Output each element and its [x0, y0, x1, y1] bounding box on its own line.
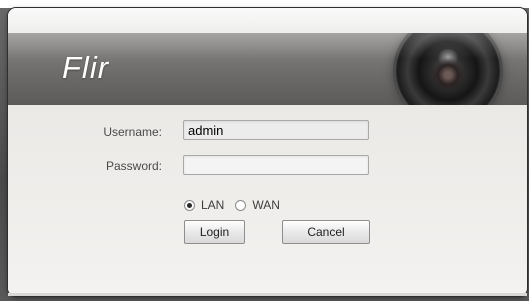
- login-button[interactable]: Login: [184, 220, 245, 244]
- password-input[interactable]: [183, 155, 369, 175]
- outer-top-strip: [0, 0, 529, 8]
- lan-radio-label[interactable]: LAN: [201, 198, 224, 212]
- login-dialog: Flir: [8, 8, 527, 296]
- dialog-titlebar: [8, 8, 527, 34]
- brand-logo: Flir: [62, 50, 110, 85]
- wan-radio[interactable]: [235, 199, 247, 211]
- wan-radio-label[interactable]: WAN: [252, 198, 280, 212]
- lan-radio[interactable]: [184, 199, 195, 211]
- camera-lens-icon: [396, 33, 500, 105]
- dialog-bottom-edge: [8, 293, 527, 296]
- cancel-button[interactable]: Cancel: [282, 220, 370, 244]
- brand-banner: Flir: [8, 33, 527, 105]
- password-label: Password:: [105, 159, 162, 173]
- network-type-group: LAN WAN: [184, 197, 291, 213]
- username-input[interactable]: [183, 120, 369, 140]
- username-label: Username:: [103, 125, 162, 139]
